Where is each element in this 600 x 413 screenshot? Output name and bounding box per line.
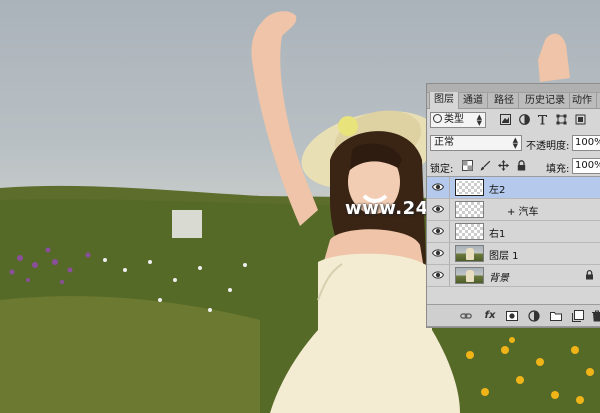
eye-icon[interactable] xyxy=(432,204,444,214)
layer-thumbnail xyxy=(455,179,484,196)
filter-adjustment-icon[interactable] xyxy=(519,114,530,125)
lock-row: 锁定: 填充: 100% xyxy=(430,158,600,176)
lock-label: 锁定: xyxy=(430,164,454,175)
lock-all-icon[interactable] xyxy=(516,160,527,171)
panel-resize-grip[interactable] xyxy=(427,326,600,327)
eye-icon[interactable] xyxy=(432,270,444,280)
fill-label: 填充: xyxy=(546,164,570,175)
blend-mode-select[interactable]: 正常 ▲ ▼ xyxy=(430,135,522,151)
layer-thumbnail xyxy=(455,201,484,218)
link-icon[interactable] xyxy=(460,310,472,322)
filter-pixel-icon[interactable] xyxy=(500,114,511,125)
layer-name[interactable]: 图层 1 xyxy=(489,247,519,262)
mask-icon[interactable] xyxy=(506,310,518,322)
filter-shape-icon[interactable] xyxy=(556,114,567,125)
layer-thumbnail xyxy=(455,223,484,240)
layer-row-left2[interactable]: 左2 xyxy=(427,177,600,199)
eye-icon[interactable] xyxy=(432,248,444,258)
blend-row: 正常 ▲▼ 不透明度: 100% xyxy=(430,135,600,153)
filter-kind-select[interactable]: 类型 ▲ ▼ xyxy=(430,112,486,128)
lock-position-move-icon[interactable] xyxy=(498,160,509,171)
visibility-column-divider xyxy=(449,243,450,264)
filter-row: 类型 ▲ ▼ xyxy=(430,112,598,130)
panel-tabbar: 图层 通道 路径 历史记录 动作 xyxy=(427,84,600,109)
folder-icon[interactable] xyxy=(550,310,562,322)
filter-type-icon[interactable] xyxy=(537,114,548,125)
opacity-label: 不透明度: xyxy=(526,141,570,152)
panel-bottom-toolbar: fx xyxy=(427,304,600,327)
layer-row-right1[interactable]: 右1 xyxy=(427,221,600,243)
eye-icon[interactable] xyxy=(432,226,444,236)
tab-history[interactable]: 历史记录 xyxy=(521,93,570,108)
tab-layers[interactable]: 图层 xyxy=(429,92,459,109)
select-arrows-icon: ▲ ▼ xyxy=(476,113,482,127)
visibility-column-divider xyxy=(449,221,450,242)
filter-kind-label: 类型 xyxy=(444,114,464,125)
adjustment-icon[interactable] xyxy=(528,310,540,322)
tab-channels[interactable]: 通道 xyxy=(459,93,488,108)
layer-thumbnail xyxy=(455,267,484,284)
eye-icon[interactable] xyxy=(432,182,444,192)
layers-panel: 图层 通道 路径 历史记录 动作 类型 ▲ ▼ 正常 ▲ ▼ 不透明度: 100… xyxy=(426,83,600,328)
tab-paths[interactable]: 路径 xyxy=(490,93,519,108)
fx-icon[interactable]: fx xyxy=(483,310,497,322)
layer-thumbnail xyxy=(455,245,484,262)
layer-name[interactable]: 背景 xyxy=(489,269,509,284)
layer-row-background[interactable]: 背景 xyxy=(427,265,600,287)
lock-transparent-icon[interactable] xyxy=(462,160,473,171)
layer-name[interactable]: 左2 xyxy=(489,181,505,196)
trash-icon[interactable] xyxy=(591,310,600,322)
fill-input[interactable]: 100% xyxy=(572,158,600,174)
lock-icon xyxy=(586,270,593,280)
filter-smart-object-icon[interactable] xyxy=(575,114,586,125)
search-icon xyxy=(433,114,442,123)
lock-pixels-brush-icon[interactable] xyxy=(480,160,491,171)
new-layer-icon[interactable] xyxy=(572,310,584,322)
layer-list: 左2 + 汽车 右1 图层 1 背景 xyxy=(427,176,600,307)
tab-actions[interactable]: 动作 xyxy=(568,93,597,108)
visibility-column-divider xyxy=(449,265,450,286)
blend-mode-value: 正常 xyxy=(434,137,454,148)
select-arrows-icon: ▲ ▼ xyxy=(512,136,518,150)
visibility-column-divider xyxy=(449,177,450,198)
layer-row-car[interactable]: + 汽车 xyxy=(427,199,600,221)
layer-name[interactable]: 右1 xyxy=(489,225,505,240)
opacity-input[interactable]: 100% xyxy=(572,135,600,151)
layer-row-layer1[interactable]: 图层 1 xyxy=(427,243,600,265)
layer-name[interactable]: + 汽车 xyxy=(507,203,539,218)
visibility-column-divider xyxy=(449,199,450,220)
